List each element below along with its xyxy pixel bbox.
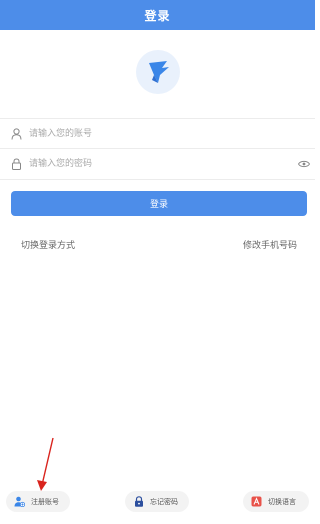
switch-language-button[interactable]: 切换语言 [243,491,309,512]
register-label: 注册账号 [31,497,59,506]
app-header: 登录 [0,0,315,30]
forgot-password-label: 忘记密码 [150,497,178,506]
padlock-icon [133,496,144,507]
forgot-password-button[interactable]: 忘记密码 [125,491,189,512]
bird-logo-icon [149,61,169,83]
register-button[interactable]: 注册账号 [6,491,70,512]
red-arrow-icon [37,437,54,491]
switch-language-label: 切换语言 [268,497,296,506]
eye-icon[interactable] [297,159,311,169]
add-user-icon [14,496,25,507]
change-phone-link[interactable]: 修改手机号码 [243,238,297,251]
user-icon [10,127,23,140]
login-button[interactable]: 登录 [11,191,307,216]
account-input[interactable] [29,119,315,148]
password-field [0,149,315,180]
account-field [0,118,315,149]
lock-icon [10,158,23,171]
language-icon [251,496,262,507]
page-title: 登录 [144,8,171,23]
switch-login-method-link[interactable]: 切换登录方式 [21,238,75,251]
app-logo [136,50,180,94]
password-input[interactable] [29,149,297,179]
